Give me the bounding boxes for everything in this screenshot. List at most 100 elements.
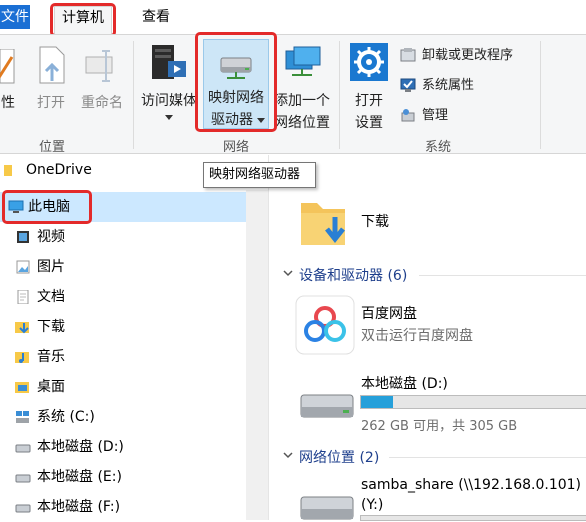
samba-share-letter: (Y:) <box>361 497 384 513</box>
samba-share-item[interactable]: samba_share (\\192.168.0.101) (Y:) <box>295 473 586 521</box>
group-location-label: 位置 <box>38 140 65 155</box>
picture-icon <box>16 260 30 274</box>
nav-item-drive-d[interactable]: 本地磁盘 (D:) <box>0 432 246 462</box>
nav-label: 下载 <box>37 319 65 335</box>
nav-item-drive-c[interactable]: 系统 (C:) <box>0 402 246 432</box>
drive-d-usage-bar <box>360 395 586 409</box>
rename-button[interactable]: 重命名 <box>76 43 128 123</box>
network-location-icon <box>285 46 321 76</box>
ribbon-tab-bar: 文件 计算机 查看 <box>0 0 586 34</box>
nav-item-documents[interactable]: 文档 <box>0 282 246 312</box>
manage-button[interactable]: 管理 <box>398 105 468 127</box>
drive-d-item[interactable]: 本地磁盘 (D:) 262 GB 可用，共 305 GB <box>295 369 586 439</box>
map-network-drive-button[interactable]: 映射网络 驱动器 <box>203 39 269 129</box>
system-properties-icon <box>400 78 416 92</box>
nav-item-drive-e[interactable]: 本地磁盘 (E:) <box>0 462 246 492</box>
nav-label: 本地磁盘 (E:) <box>37 469 122 485</box>
nav-item-drive-f[interactable]: 本地磁盘 (F:) <box>0 492 246 522</box>
open-button[interactable]: 打开 <box>34 43 68 123</box>
nav-item-downloads[interactable]: 下载 <box>0 312 246 342</box>
nav-label: 系统 (C:) <box>37 409 95 425</box>
tab-computer[interactable]: 计算机 <box>54 6 112 34</box>
devices-section-header[interactable]: 设备和驱动器 (6) <box>283 265 408 285</box>
properties-icon <box>0 49 15 84</box>
ribbon-separator <box>339 41 340 149</box>
tab-file[interactable]: 文件 <box>0 5 30 29</box>
ribbon-separator <box>540 41 541 149</box>
add-network-location-button[interactable]: 添加一个 网络位置 <box>270 41 334 131</box>
chevron-down-icon <box>283 270 293 277</box>
hard-drive-icon <box>300 394 354 418</box>
hard-drive-icon <box>15 474 31 483</box>
ribbon-separator <box>133 41 134 149</box>
nav-item-desktop[interactable]: 桌面 <box>0 372 246 402</box>
baidu-netdisk-item[interactable]: 百度网盘 双击运行百度网盘 <box>295 295 586 359</box>
group-system-label: 系统 <box>424 140 451 155</box>
downloads-label: 下载 <box>361 214 389 230</box>
tooltip: 映射网络驱动器 <box>203 162 316 188</box>
download-folder-icon <box>301 203 345 245</box>
nav-label: 此电脑 <box>28 199 70 215</box>
open-settings-label-1: 打开 <box>355 93 383 109</box>
uninstall-program-button[interactable]: 卸载或更改程序 <box>398 45 534 67</box>
baidu-netdisk-desc: 双击运行百度网盘 <box>361 328 473 344</box>
samba-share-name: samba_share (\\192.168.0.101) <box>361 477 582 493</box>
nav-label: OneDrive <box>26 162 92 178</box>
nav-label: 本地磁盘 (F:) <box>37 499 121 515</box>
map-network-drive-label-2: 驱动器 <box>211 112 253 128</box>
chevron-down-icon <box>257 118 265 123</box>
nav-label: 文档 <box>37 289 65 305</box>
computer-icon <box>8 200 24 213</box>
chevron-down-icon <box>283 452 293 459</box>
downloads-folder-item[interactable]: 下载 <box>295 195 495 251</box>
hard-drive-icon <box>15 444 31 453</box>
network-drive-icon <box>220 57 252 79</box>
drive-d-usage-text: 262 GB 可用，共 305 GB <box>361 419 518 434</box>
ribbon: 性 打开 重命名 位置 访问媒体 映射网络 驱动器 添加一个 网络位置 网络 打… <box>0 34 586 155</box>
nav-item-pictures[interactable]: 图片 <box>0 252 246 282</box>
devices-section-label: 设备和驱动器 (6) <box>299 268 408 284</box>
nav-item-videos[interactable]: 视频 <box>0 222 246 252</box>
uninstall-label: 卸载或更改程序 <box>422 48 514 63</box>
nav-scrollbar[interactable] <box>246 190 268 520</box>
network-section-label: 网络位置 (2) <box>299 450 380 466</box>
network-drive-icon <box>300 496 354 520</box>
manage-label: 管理 <box>422 108 449 123</box>
properties-button[interactable]: 性 <box>0 43 22 123</box>
group-network-label: 网络 <box>222 140 249 155</box>
map-network-drive-label-1: 映射网络 <box>208 90 264 106</box>
baidu-netdisk-icon <box>295 295 355 355</box>
add-network-location-label-2: 网络位置 <box>274 115 330 131</box>
desktop-icon <box>15 382 29 393</box>
system-properties-button[interactable]: 系统属性 <box>398 75 498 97</box>
rename-icon <box>85 50 113 82</box>
section-divider <box>389 457 586 458</box>
rename-label: 重命名 <box>81 95 123 111</box>
media-server-icon <box>152 45 186 79</box>
open-icon <box>39 46 65 84</box>
nav-label: 图片 <box>37 259 65 275</box>
access-media-button[interactable]: 访问媒体 <box>138 41 200 127</box>
nav-item-thispc[interactable]: 此电脑 <box>0 192 246 222</box>
uninstall-icon <box>400 48 416 62</box>
gear-icon <box>350 43 388 81</box>
hard-drive-icon <box>15 504 31 513</box>
navigation-pane: OneDrive 此电脑 视频 图片 文档 下载 音乐 桌面 系统 (C:) 本… <box>0 155 268 520</box>
nav-item-music[interactable]: 音乐 <box>0 342 246 372</box>
tab-view[interactable]: 查看 <box>136 6 176 28</box>
system-properties-label: 系统属性 <box>422 78 475 93</box>
content-pane: 下载 设备和驱动器 (6) 百度网盘 双击运行百度网盘 本地磁盘 (D:) 26… <box>269 155 586 521</box>
samba-usage-bar <box>360 515 586 521</box>
baidu-netdisk-name: 百度网盘 <box>361 306 417 322</box>
video-icon <box>17 231 29 243</box>
section-divider <box>419 275 586 276</box>
chevron-down-icon <box>165 115 173 120</box>
nav-label: 本地磁盘 (D:) <box>37 439 124 455</box>
access-media-label: 访问媒体 <box>141 93 197 109</box>
system-drive-icon <box>16 411 29 423</box>
nav-label: 音乐 <box>37 349 65 365</box>
folder-icon <box>4 165 12 176</box>
network-section-header[interactable]: 网络位置 (2) <box>283 447 380 467</box>
open-settings-button[interactable]: 打开 设置 <box>346 41 392 131</box>
open-settings-label-2: 设置 <box>355 115 383 131</box>
